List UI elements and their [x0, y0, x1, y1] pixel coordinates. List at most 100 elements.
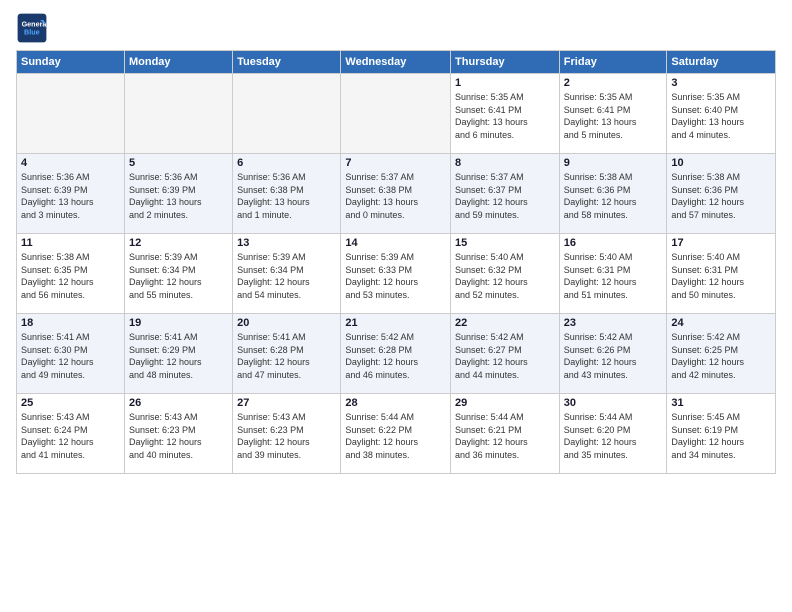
- day-info: Sunrise: 5:37 AM Sunset: 6:38 PM Dayligh…: [345, 171, 446, 221]
- day-number: 5: [129, 157, 228, 169]
- day-number: 6: [237, 157, 336, 169]
- calendar-cell: [341, 74, 451, 154]
- day-info: Sunrise: 5:42 AM Sunset: 6:25 PM Dayligh…: [671, 331, 771, 381]
- day-number: 13: [237, 237, 336, 249]
- day-number: 11: [21, 237, 120, 249]
- day-info: Sunrise: 5:35 AM Sunset: 6:40 PM Dayligh…: [671, 91, 771, 141]
- day-info: Sunrise: 5:36 AM Sunset: 6:38 PM Dayligh…: [237, 171, 336, 221]
- day-info: Sunrise: 5:40 AM Sunset: 6:32 PM Dayligh…: [455, 251, 555, 301]
- week-row-3: 11 Sunrise: 5:38 AM Sunset: 6:35 PM Dayli…: [17, 234, 776, 314]
- calendar-header-row: SundayMondayTuesdayWednesdayThursdayFrid…: [17, 51, 776, 74]
- calendar-cell: 11 Sunrise: 5:38 AM Sunset: 6:35 PM Dayli…: [17, 234, 125, 314]
- calendar-cell: 20 Sunrise: 5:41 AM Sunset: 6:28 PM Dayli…: [233, 314, 341, 394]
- calendar-cell: 3 Sunrise: 5:35 AM Sunset: 6:40 PM Daylig…: [667, 74, 776, 154]
- day-number: 14: [345, 237, 446, 249]
- calendar-cell: 1 Sunrise: 5:35 AM Sunset: 6:41 PM Daylig…: [451, 74, 560, 154]
- calendar-cell: 16 Sunrise: 5:40 AM Sunset: 6:31 PM Dayli…: [559, 234, 667, 314]
- day-info: Sunrise: 5:41 AM Sunset: 6:28 PM Dayligh…: [237, 331, 336, 381]
- day-number: 15: [455, 237, 555, 249]
- day-info: Sunrise: 5:40 AM Sunset: 6:31 PM Dayligh…: [564, 251, 663, 301]
- day-info: Sunrise: 5:42 AM Sunset: 6:28 PM Dayligh…: [345, 331, 446, 381]
- page-header: General Blue: [16, 12, 776, 44]
- calendar-cell: 8 Sunrise: 5:37 AM Sunset: 6:37 PM Daylig…: [451, 154, 560, 234]
- day-number: 25: [21, 397, 120, 409]
- calendar-cell: 9 Sunrise: 5:38 AM Sunset: 6:36 PM Daylig…: [559, 154, 667, 234]
- svg-text:Blue: Blue: [24, 27, 40, 36]
- calendar-cell: 28Sunrise: 5:44 AM Sunset: 6:22 PM Dayli…: [341, 394, 451, 474]
- calendar-cell: 4Sunrise: 5:36 AM Sunset: 6:39 PM Daylig…: [17, 154, 125, 234]
- day-info: Sunrise: 5:43 AM Sunset: 6:24 PM Dayligh…: [21, 411, 120, 461]
- col-header-tuesday: Tuesday: [233, 51, 341, 74]
- day-info: Sunrise: 5:44 AM Sunset: 6:22 PM Dayligh…: [345, 411, 446, 461]
- day-number: 24: [671, 317, 771, 329]
- day-number: 29: [455, 397, 555, 409]
- page: General Blue SundayMondayTuesdayWednesda…: [0, 0, 792, 612]
- day-number: 8: [455, 157, 555, 169]
- day-number: 2: [564, 77, 663, 89]
- calendar-cell: 5 Sunrise: 5:36 AM Sunset: 6:39 PM Daylig…: [124, 154, 232, 234]
- calendar-cell: 25 Sunrise: 5:43 AM Sunset: 6:24 PM Dayli…: [17, 394, 125, 474]
- day-info: Sunrise: 5:35 AM Sunset: 6:41 PM Dayligh…: [455, 91, 555, 141]
- calendar-cell: 15 Sunrise: 5:40 AM Sunset: 6:32 PM Dayli…: [451, 234, 560, 314]
- day-info: Sunrise: 5:38 AM Sunset: 6:36 PM Dayligh…: [564, 171, 663, 221]
- day-info: Sunrise: 5:42 AM Sunset: 6:26 PM Dayligh…: [564, 331, 663, 381]
- calendar-cell: 2 Sunrise: 5:35 AM Sunset: 6:41 PM Daylig…: [559, 74, 667, 154]
- day-info: Sunrise: 5:35 AM Sunset: 6:41 PM Dayligh…: [564, 91, 663, 141]
- day-info: Sunrise: 5:39 AM Sunset: 6:34 PM Dayligh…: [129, 251, 228, 301]
- calendar-cell: 24 Sunrise: 5:42 AM Sunset: 6:25 PM Dayli…: [667, 314, 776, 394]
- day-number: 19: [129, 317, 228, 329]
- calendar-cell: 29 Sunrise: 5:44 AM Sunset: 6:21 PM Dayli…: [451, 394, 560, 474]
- day-info: Sunrise: 5:39 AM Sunset: 6:34 PM Dayligh…: [237, 251, 336, 301]
- week-row-5: 25 Sunrise: 5:43 AM Sunset: 6:24 PM Dayli…: [17, 394, 776, 474]
- calendar-cell: 14 Sunrise: 5:39 AM Sunset: 6:33 PM Dayli…: [341, 234, 451, 314]
- week-row-2: 4Sunrise: 5:36 AM Sunset: 6:39 PM Daylig…: [17, 154, 776, 234]
- calendar-cell: 21 Sunrise: 5:42 AM Sunset: 6:28 PM Dayli…: [341, 314, 451, 394]
- day-info: Sunrise: 5:36 AM Sunset: 6:39 PM Dayligh…: [129, 171, 228, 221]
- col-header-saturday: Saturday: [667, 51, 776, 74]
- day-info: Sunrise: 5:44 AM Sunset: 6:21 PM Dayligh…: [455, 411, 555, 461]
- day-info: Sunrise: 5:41 AM Sunset: 6:30 PM Dayligh…: [21, 331, 120, 381]
- calendar-table: SundayMondayTuesdayWednesdayThursdayFrid…: [16, 50, 776, 474]
- calendar-cell: 27Sunrise: 5:43 AM Sunset: 6:23 PM Dayli…: [233, 394, 341, 474]
- day-number: 20: [237, 317, 336, 329]
- logo: General Blue: [16, 12, 52, 44]
- calendar-cell: 23 Sunrise: 5:42 AM Sunset: 6:26 PM Dayli…: [559, 314, 667, 394]
- calendar-cell: 12 Sunrise: 5:39 AM Sunset: 6:34 PM Dayli…: [124, 234, 232, 314]
- day-number: 30: [564, 397, 663, 409]
- day-number: 27: [237, 397, 336, 409]
- week-row-4: 18 Sunrise: 5:41 AM Sunset: 6:30 PM Dayli…: [17, 314, 776, 394]
- day-info: Sunrise: 5:42 AM Sunset: 6:27 PM Dayligh…: [455, 331, 555, 381]
- week-row-1: 1 Sunrise: 5:35 AM Sunset: 6:41 PM Daylig…: [17, 74, 776, 154]
- day-info: Sunrise: 5:40 AM Sunset: 6:31 PM Dayligh…: [671, 251, 771, 301]
- calendar-cell: 7Sunrise: 5:37 AM Sunset: 6:38 PM Daylig…: [341, 154, 451, 234]
- day-info: Sunrise: 5:37 AM Sunset: 6:37 PM Dayligh…: [455, 171, 555, 221]
- calendar-cell: 22 Sunrise: 5:42 AM Sunset: 6:27 PM Dayli…: [451, 314, 560, 394]
- col-header-friday: Friday: [559, 51, 667, 74]
- day-number: 31: [671, 397, 771, 409]
- day-info: Sunrise: 5:38 AM Sunset: 6:35 PM Dayligh…: [21, 251, 120, 301]
- calendar-cell: 19Sunrise: 5:41 AM Sunset: 6:29 PM Dayli…: [124, 314, 232, 394]
- day-number: 22: [455, 317, 555, 329]
- day-info: Sunrise: 5:43 AM Sunset: 6:23 PM Dayligh…: [129, 411, 228, 461]
- day-info: Sunrise: 5:38 AM Sunset: 6:36 PM Dayligh…: [671, 171, 771, 221]
- calendar-cell: 13 Sunrise: 5:39 AM Sunset: 6:34 PM Dayli…: [233, 234, 341, 314]
- day-number: 1: [455, 77, 555, 89]
- calendar-cell: [233, 74, 341, 154]
- day-number: 3: [671, 77, 771, 89]
- calendar-cell: 26 Sunrise: 5:43 AM Sunset: 6:23 PM Dayli…: [124, 394, 232, 474]
- day-number: 12: [129, 237, 228, 249]
- day-info: Sunrise: 5:39 AM Sunset: 6:33 PM Dayligh…: [345, 251, 446, 301]
- calendar-cell: 10Sunrise: 5:38 AM Sunset: 6:36 PM Dayli…: [667, 154, 776, 234]
- calendar-cell: 6 Sunrise: 5:36 AM Sunset: 6:38 PM Daylig…: [233, 154, 341, 234]
- day-number: 9: [564, 157, 663, 169]
- calendar-cell: 18 Sunrise: 5:41 AM Sunset: 6:30 PM Dayli…: [17, 314, 125, 394]
- day-number: 26: [129, 397, 228, 409]
- day-number: 16: [564, 237, 663, 249]
- day-number: 18: [21, 317, 120, 329]
- day-number: 21: [345, 317, 446, 329]
- col-header-thursday: Thursday: [451, 51, 560, 74]
- day-info: Sunrise: 5:36 AM Sunset: 6:39 PM Dayligh…: [21, 171, 120, 221]
- day-info: Sunrise: 5:45 AM Sunset: 6:19 PM Dayligh…: [671, 411, 771, 461]
- calendar-cell: 30Sunrise: 5:44 AM Sunset: 6:20 PM Dayli…: [559, 394, 667, 474]
- day-number: 23: [564, 317, 663, 329]
